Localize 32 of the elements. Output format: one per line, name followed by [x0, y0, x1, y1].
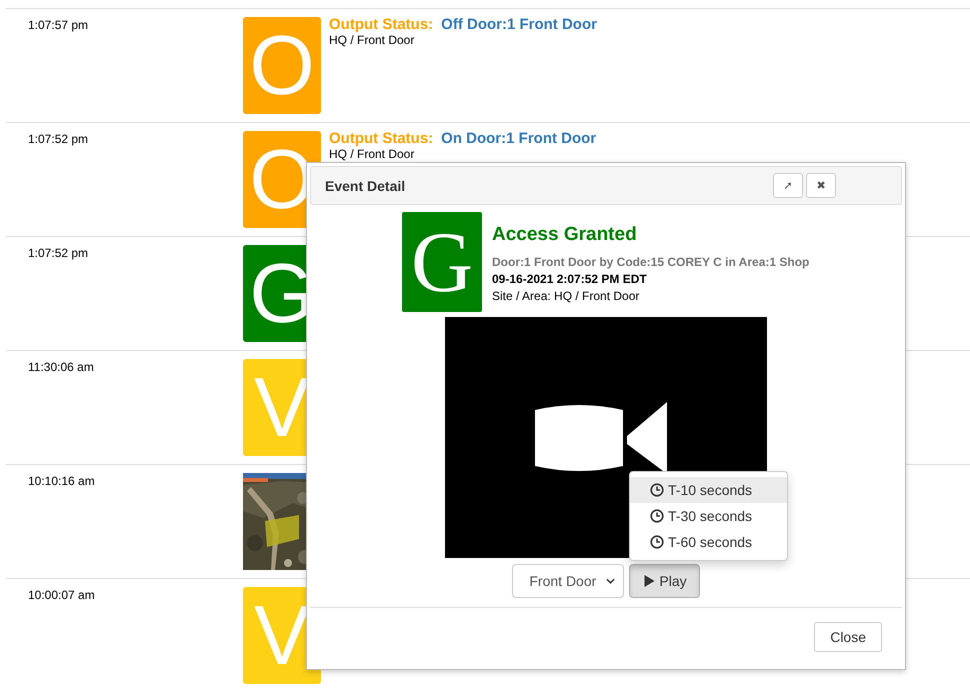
event-link[interactable]: On Door:1 Front Door: [441, 130, 596, 147]
event-time: 10:10:16 am: [27, 473, 96, 490]
close-button[interactable]: ✖: [806, 173, 836, 198]
event-link[interactable]: Off Door:1 Front Door: [441, 16, 597, 33]
chevron-down-icon: [606, 578, 616, 584]
event-tile: G: [402, 212, 482, 312]
event-site: HQ / Front Door: [329, 148, 416, 161]
event-detail: Door:1 Front Door by Code:15 COREY C in Area:1 Shop: [492, 255, 810, 269]
clock-icon: [650, 509, 664, 523]
event-time: 1:07:57 pm: [27, 17, 90, 34]
event-heading: Access Granted: [492, 224, 638, 246]
menu-item[interactable]: T-30 seconds: [630, 503, 787, 529]
event-time: 1:07:52 pm: [27, 245, 90, 262]
event-time: 1:07:52 pm: [27, 131, 90, 148]
play-button[interactable]: Play: [629, 564, 700, 598]
clock-icon: [650, 483, 664, 497]
camera-select[interactable]: Front Door: [512, 564, 624, 598]
event-datetime: 09-16-2021 2:07:52 PM EDT: [492, 272, 648, 286]
dialog-title: Event Detail: [325, 178, 406, 194]
event-site: Site / Area: HQ / Front Door: [492, 289, 640, 303]
expand-button[interactable]: ➚: [773, 173, 803, 198]
menu-item[interactable]: T-10 seconds: [630, 477, 787, 503]
event-site: HQ / Front Door: [329, 34, 416, 47]
event-type: Output Status:: [329, 16, 434, 33]
close-button[interactable]: Close: [814, 622, 882, 652]
event-time: 10:00:07 am: [27, 587, 96, 604]
play-icon: [644, 575, 656, 587]
menu-item[interactable]: T-60 seconds: [630, 529, 787, 555]
event-time: 11:30:06 am: [27, 359, 95, 376]
clock-icon: [650, 535, 664, 549]
event-tile: O: [243, 17, 321, 114]
event-type: Output Status:: [329, 130, 434, 147]
